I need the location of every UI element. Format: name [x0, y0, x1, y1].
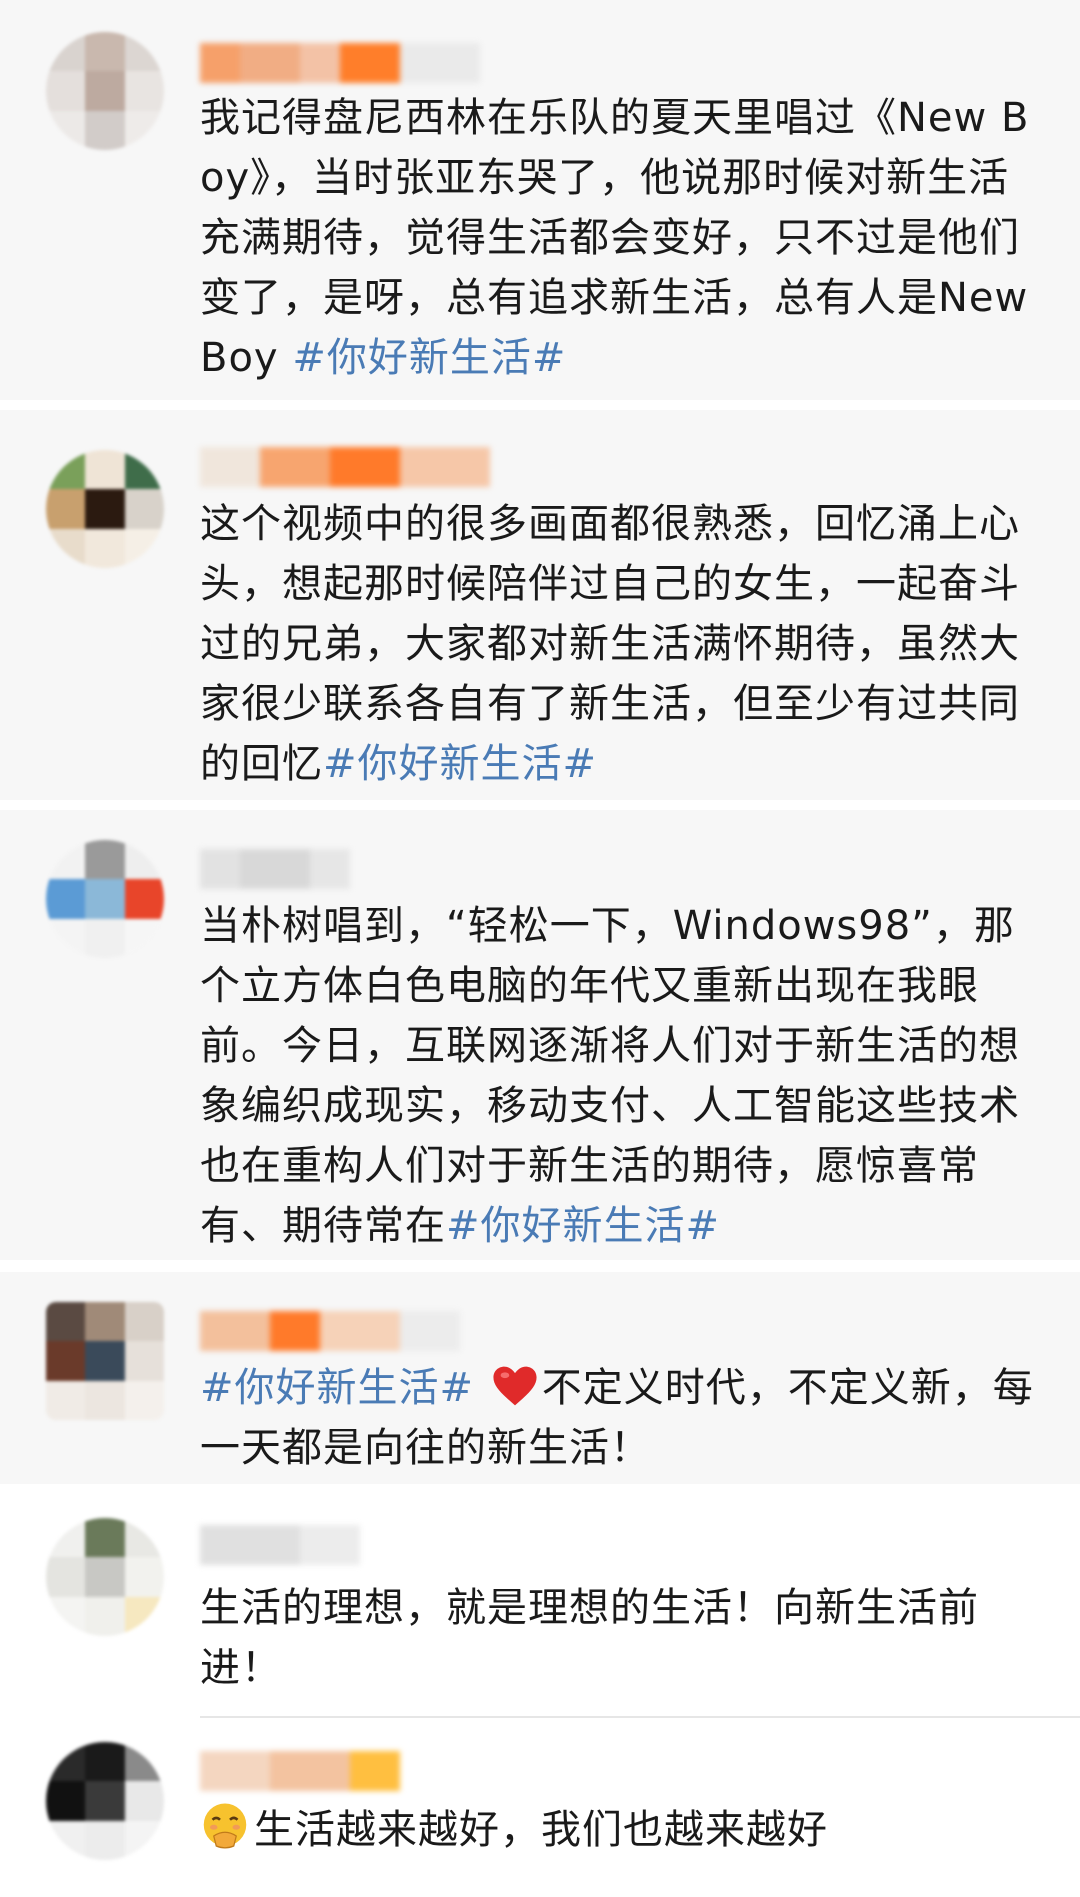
- comment-body: 生活的理想，就是理想的生活！向新生活前进！: [200, 1585, 979, 1691]
- comment-item[interactable]: 生活越来越好，我们也越来越好: [0, 1720, 1080, 1897]
- comment-body: 生活越来越好，我们也越来越好: [254, 1807, 828, 1853]
- comment-item[interactable]: 当朴树唱到，“轻松一下，Windows98”，那个立方体白色电脑的年代又重新出现…: [0, 810, 1080, 1260]
- comment-item[interactable]: 我记得盘尼西林在乐队的夏天里唱过《New Boy》，当时张亚东哭了，他说那时候对…: [0, 0, 1080, 400]
- comment-item[interactable]: 这个视频中的很多画面都很熟悉，回忆涌上心头，想起那时候陪伴过自己的女生，一起奋斗…: [0, 410, 1080, 800]
- username-blurred[interactable]: [200, 1308, 530, 1352]
- comment-text: 当朴树唱到，“轻松一下，Windows98”，那个立方体白色电脑的年代又重新出现…: [200, 896, 1040, 1256]
- red-heart-icon: [493, 1366, 537, 1406]
- divider: [200, 1716, 1080, 1718]
- comment-text: 生活的理想，就是理想的生活！向新生活前进！: [200, 1578, 1040, 1698]
- comment-feed: 我记得盘尼西林在乐队的夏天里唱过《New Boy》，当时张亚东哭了，他说那时候对…: [0, 0, 1080, 1897]
- avatar[interactable]: [46, 1518, 164, 1636]
- username-blurred[interactable]: [200, 40, 530, 84]
- hand-over-mouth-emoji-icon: [203, 1803, 247, 1849]
- hashtag-link[interactable]: #你好新生活#: [292, 335, 566, 381]
- comment-item[interactable]: 生活的理想，就是理想的生活！向新生活前进！: [0, 1496, 1080, 1718]
- avatar[interactable]: [46, 1302, 164, 1420]
- username-blurred[interactable]: [200, 1748, 530, 1792]
- avatar[interactable]: [46, 450, 164, 568]
- avatar[interactable]: [46, 1742, 164, 1860]
- avatar[interactable]: [46, 32, 164, 150]
- comment-item[interactable]: #你好新生活# 不定义时代，不定义新，每一天都是向往的新生活！: [0, 1272, 1080, 1484]
- username-blurred[interactable]: [200, 444, 530, 488]
- hashtag-link[interactable]: #你好新生活#: [323, 741, 597, 787]
- hashtag-link[interactable]: #你好新生活#: [200, 1365, 474, 1411]
- username-blurred[interactable]: [200, 846, 530, 890]
- hashtag-link[interactable]: #你好新生活#: [446, 1203, 720, 1249]
- comment-body: 当朴树唱到，“轻松一下，Windows98”，那个立方体白色电脑的年代又重新出现…: [200, 903, 1020, 1249]
- comment-text: 生活越来越好，我们也越来越好: [200, 1800, 1040, 1860]
- comment-text: 这个视频中的很多画面都很熟悉，回忆涌上心头，想起那时候陪伴过自己的女生，一起奋斗…: [200, 494, 1040, 794]
- comment-text: #你好新生活# 不定义时代，不定义新，每一天都是向往的新生活！: [200, 1358, 1040, 1478]
- comment-text: 我记得盘尼西林在乐队的夏天里唱过《New Boy》，当时张亚东哭了，他说那时候对…: [200, 88, 1040, 388]
- avatar[interactable]: [46, 840, 164, 958]
- username-blurred[interactable]: [200, 1522, 530, 1566]
